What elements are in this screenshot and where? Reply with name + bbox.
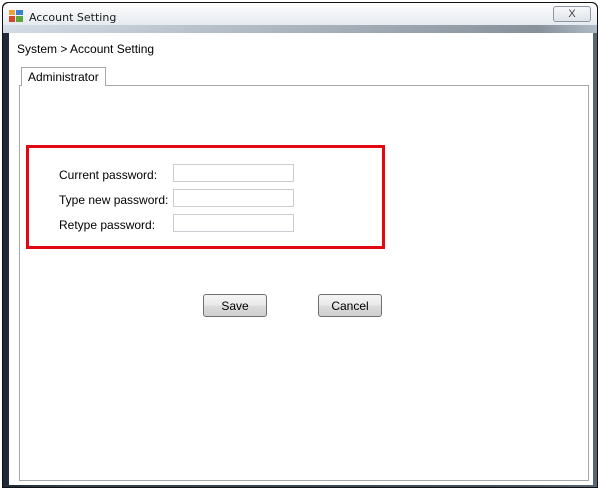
app-icon [9, 10, 23, 22]
cancel-button[interactable]: Cancel [318, 294, 382, 317]
breadcrumb: System > Account Setting [17, 42, 155, 56]
save-button[interactable]: Save [203, 294, 267, 317]
close-button[interactable]: X [553, 6, 591, 22]
tab-administrator[interactable]: Administrator [21, 67, 106, 86]
highlight-box [26, 145, 385, 249]
window-title: Account Setting [29, 11, 117, 24]
client-area: System > Account Setting Administrator [9, 33, 593, 485]
close-icon: X [568, 8, 576, 20]
title-bar[interactable]: Account Setting X [3, 3, 597, 33]
